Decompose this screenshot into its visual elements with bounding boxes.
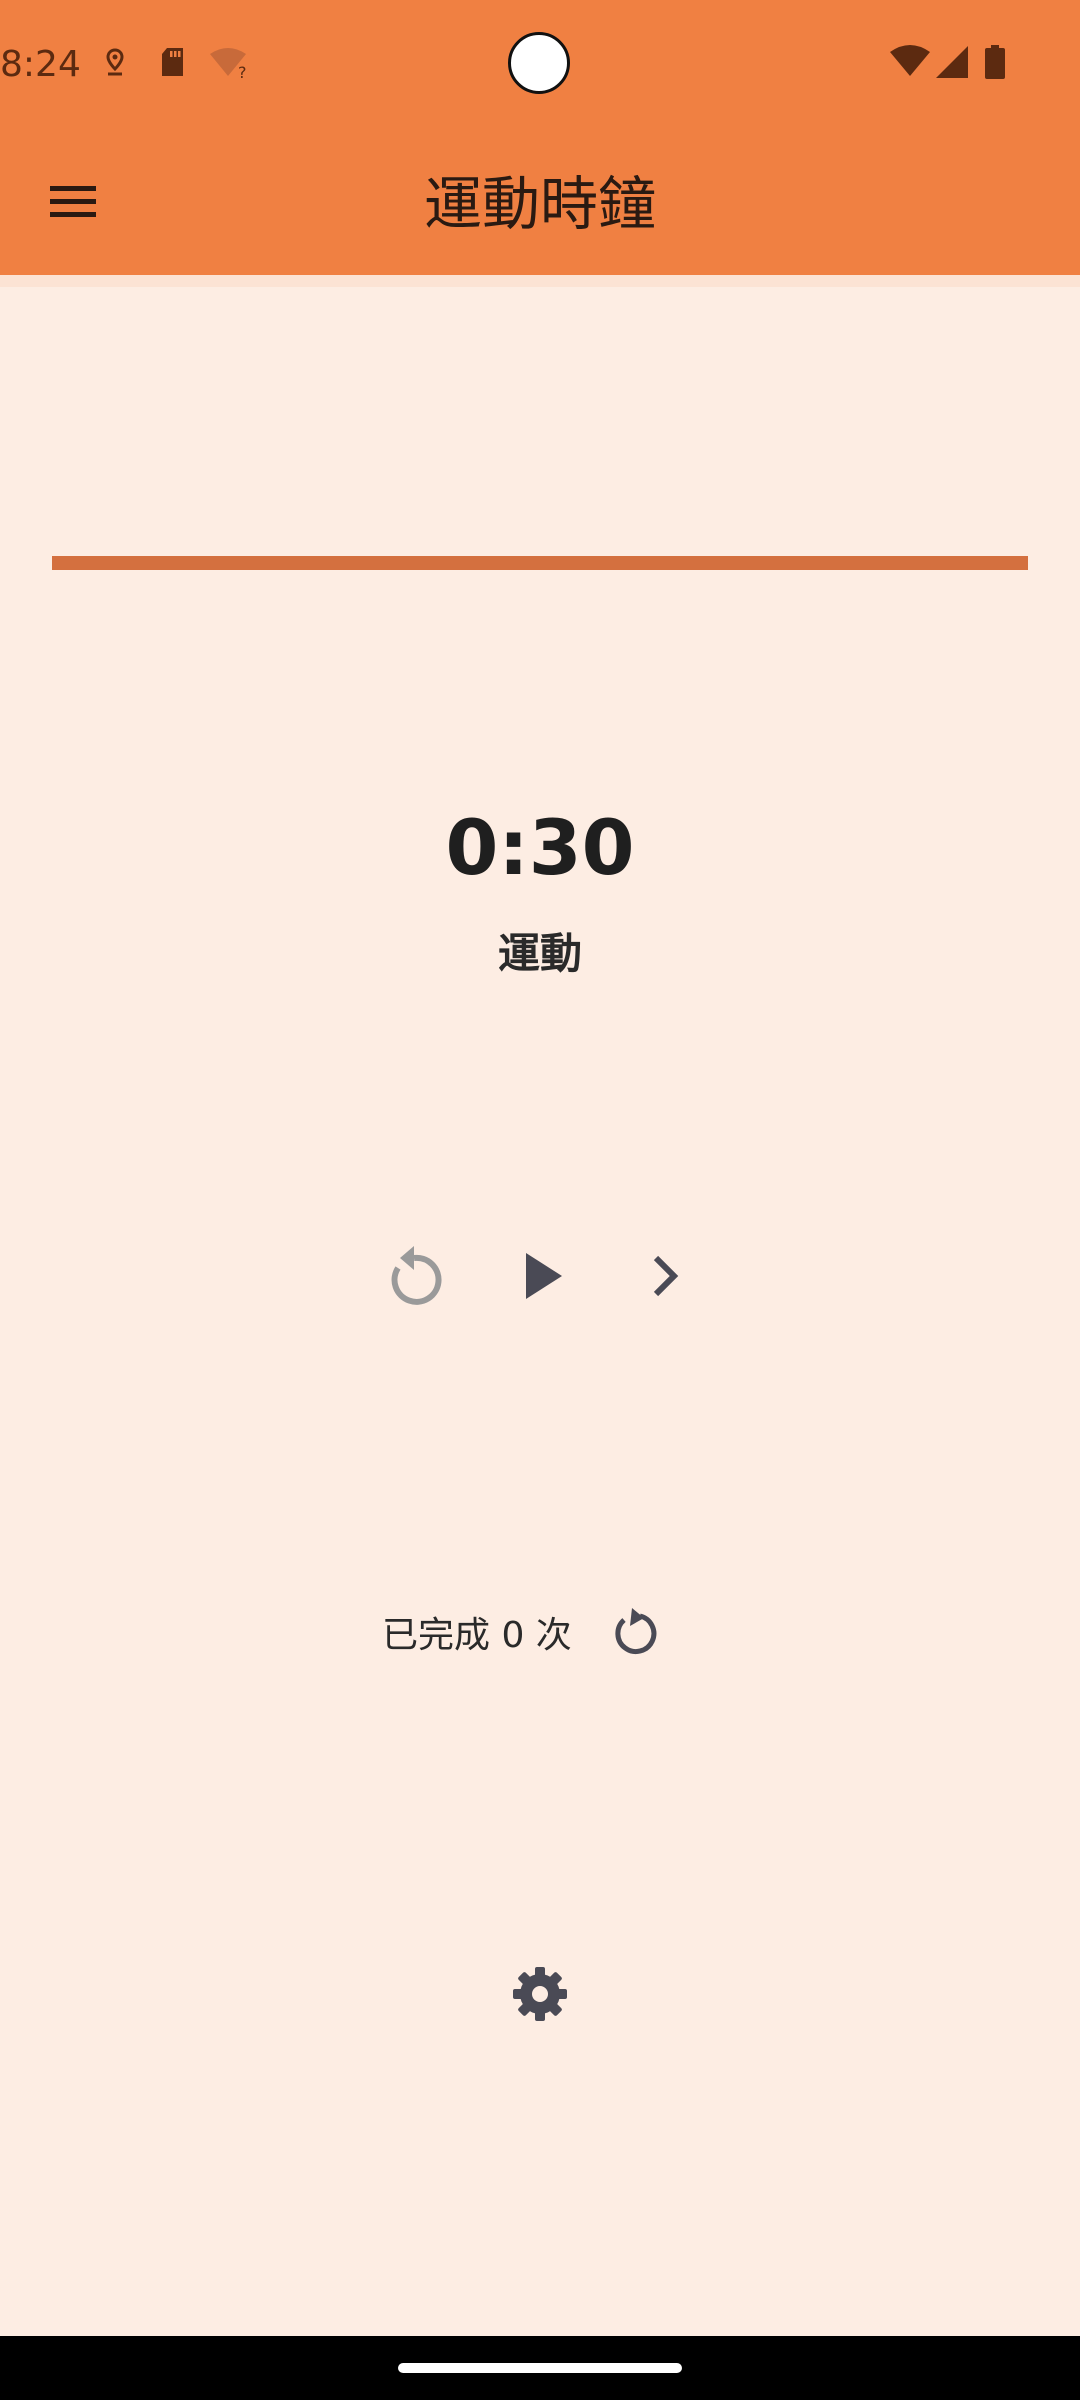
progress-bar	[52, 556, 1028, 570]
app-header: 8:24 ? 運動時鐘	[0, 0, 1080, 275]
sd-card-icon	[162, 48, 183, 76]
settings-button[interactable]	[500, 1954, 580, 2034]
status-time: 8:24	[0, 44, 81, 85]
completed-count: 已完成 0 次	[382, 1615, 572, 1656]
reset-count-button[interactable]	[600, 1598, 670, 1668]
wifi-icon	[890, 45, 930, 76]
home-handle[interactable]	[398, 2363, 682, 2373]
location-pin-icon	[106, 48, 124, 76]
header-divider	[0, 275, 1080, 287]
app-root: 8:24 ? 運動時鐘 0:30 運動 已完成 0 次	[0, 0, 1080, 2400]
front-camera	[508, 32, 570, 94]
app-title: 運動時鐘	[423, 170, 656, 238]
gear-icon	[513, 1967, 567, 2021]
next-button[interactable]	[626, 1236, 706, 1316]
chevron-right-icon	[653, 1255, 679, 1297]
battery-icon	[985, 45, 1005, 79]
wifi-unknown-icon: ?	[210, 48, 247, 80]
progress-fill	[52, 556, 1028, 570]
play-button[interactable]	[504, 1236, 584, 1316]
phase-label: 運動	[497, 929, 582, 978]
replay-icon	[391, 1246, 442, 1305]
timer-display: 0:30	[445, 803, 635, 892]
cellular-signal-icon	[936, 46, 968, 78]
play-icon	[526, 1253, 562, 1299]
restart-button[interactable]	[374, 1236, 454, 1316]
refresh-icon	[615, 1608, 657, 1654]
svg-text:?: ?	[238, 63, 247, 80]
